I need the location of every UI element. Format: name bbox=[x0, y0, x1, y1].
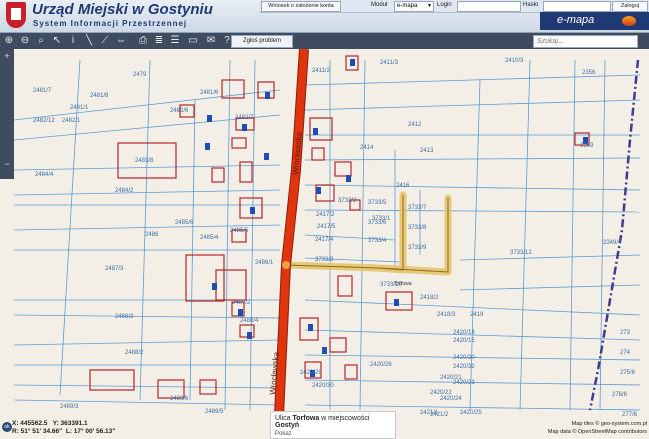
search-input[interactable]: Szukaj... bbox=[533, 35, 638, 48]
street-info-box: Ulica Torfowa w miejscowości Gostyń Poka… bbox=[270, 411, 396, 439]
info-town: Gostyń bbox=[275, 422, 300, 429]
zoom-slider[interactable]: + − bbox=[0, 49, 14, 179]
module-select[interactable]: e-mapa ▼ bbox=[394, 1, 434, 12]
map-attribution: Map tiles © geo-system.com.pl Map data ©… bbox=[548, 420, 647, 436]
zoom-box-icon[interactable]: ⌕ bbox=[35, 35, 47, 47]
emapa-logo: e-mapa bbox=[557, 14, 595, 26]
junction-marker bbox=[282, 261, 290, 269]
request-account-button[interactable]: Wniosek o założenie konta bbox=[261, 1, 341, 12]
zoom-slider-minus-icon[interactable]: − bbox=[3, 159, 11, 169]
measure-line-icon[interactable]: ╲ bbox=[83, 35, 95, 47]
folder-icon[interactable]: ▭ bbox=[187, 35, 199, 47]
coord-y: Y: 363391.1 bbox=[52, 420, 88, 427]
app-subtitle: System Informacji Przestrzennej bbox=[33, 19, 188, 28]
password-input[interactable] bbox=[543, 1, 611, 12]
login-input[interactable] bbox=[457, 1, 521, 12]
module-value: e-mapa bbox=[397, 3, 418, 9]
pan-icon[interactable]: ⇔ bbox=[115, 35, 127, 47]
coord-x: X: 445562.5 bbox=[12, 420, 48, 427]
attribution-tiles: Map tiles © geo-system.com.pl bbox=[571, 421, 647, 427]
login-button[interactable]: Zaloguj bbox=[612, 1, 648, 12]
password-label: Hasło bbox=[523, 2, 539, 8]
app-header: Urząd Miejski w Gostyniu System Informac… bbox=[0, 0, 649, 33]
pointer-icon[interactable]: ↖ bbox=[51, 35, 63, 47]
map-canvas[interactable]: Wrocławska Wrocławska Torfowa bbox=[0, 49, 649, 437]
info-street: Torfowa bbox=[292, 415, 320, 422]
report-problem-button[interactable]: Zgłoś problem bbox=[231, 35, 293, 48]
toolbar: ⊕ ⊖ ⌕ ↖ i ╲ ⟋ ⇔ ⎙ ≣ ☰ ▭ ✉ ? Zgłoś proble… bbox=[0, 33, 649, 49]
info-prefix: Ulica bbox=[275, 415, 291, 422]
zoom-in-icon[interactable]: ⊕ bbox=[3, 35, 15, 47]
attribution-data: Map data © OpenStreetMap contributors bbox=[547, 429, 647, 435]
coord-l: L: 17° 00' 56.13" bbox=[65, 428, 116, 435]
emapa-logo-icon bbox=[622, 16, 636, 26]
coat-of-arms-icon bbox=[6, 2, 26, 28]
zoom-slider-plus-icon[interactable]: + bbox=[3, 51, 11, 61]
street-info-text: Ulica Torfowa w miejscowości Gostyń bbox=[271, 412, 395, 429]
layers-list-icon[interactable]: ☰ bbox=[169, 35, 181, 47]
module-label: Moduł bbox=[371, 2, 388, 8]
coord-r: R: 51° 51' 34.66" bbox=[12, 428, 63, 435]
info-middle: w miejscowości bbox=[321, 415, 370, 422]
zoom-out-icon[interactable]: ⊖ bbox=[19, 35, 31, 47]
coordinates-readout: X: 445562.5 Y: 363391.1 R: 51° 51' 34.66… bbox=[12, 420, 115, 436]
email-icon[interactable]: ✉ bbox=[205, 35, 217, 47]
chevron-down-icon: ▼ bbox=[427, 3, 432, 9]
login-label: Login bbox=[437, 2, 452, 8]
layers-icon[interactable]: ≣ bbox=[153, 35, 165, 47]
ok-button[interactable]: ok bbox=[2, 422, 12, 432]
app-title: Urząd Miejski w Gostyniu bbox=[32, 1, 213, 18]
show-link[interactable]: Pokaż bbox=[271, 429, 395, 439]
measure-area-icon[interactable]: ⟋ bbox=[99, 35, 111, 47]
street-label-torfowa: Torfowa bbox=[394, 281, 412, 287]
info-icon[interactable]: i bbox=[67, 35, 79, 47]
print-icon[interactable]: ⎙ bbox=[137, 35, 149, 47]
